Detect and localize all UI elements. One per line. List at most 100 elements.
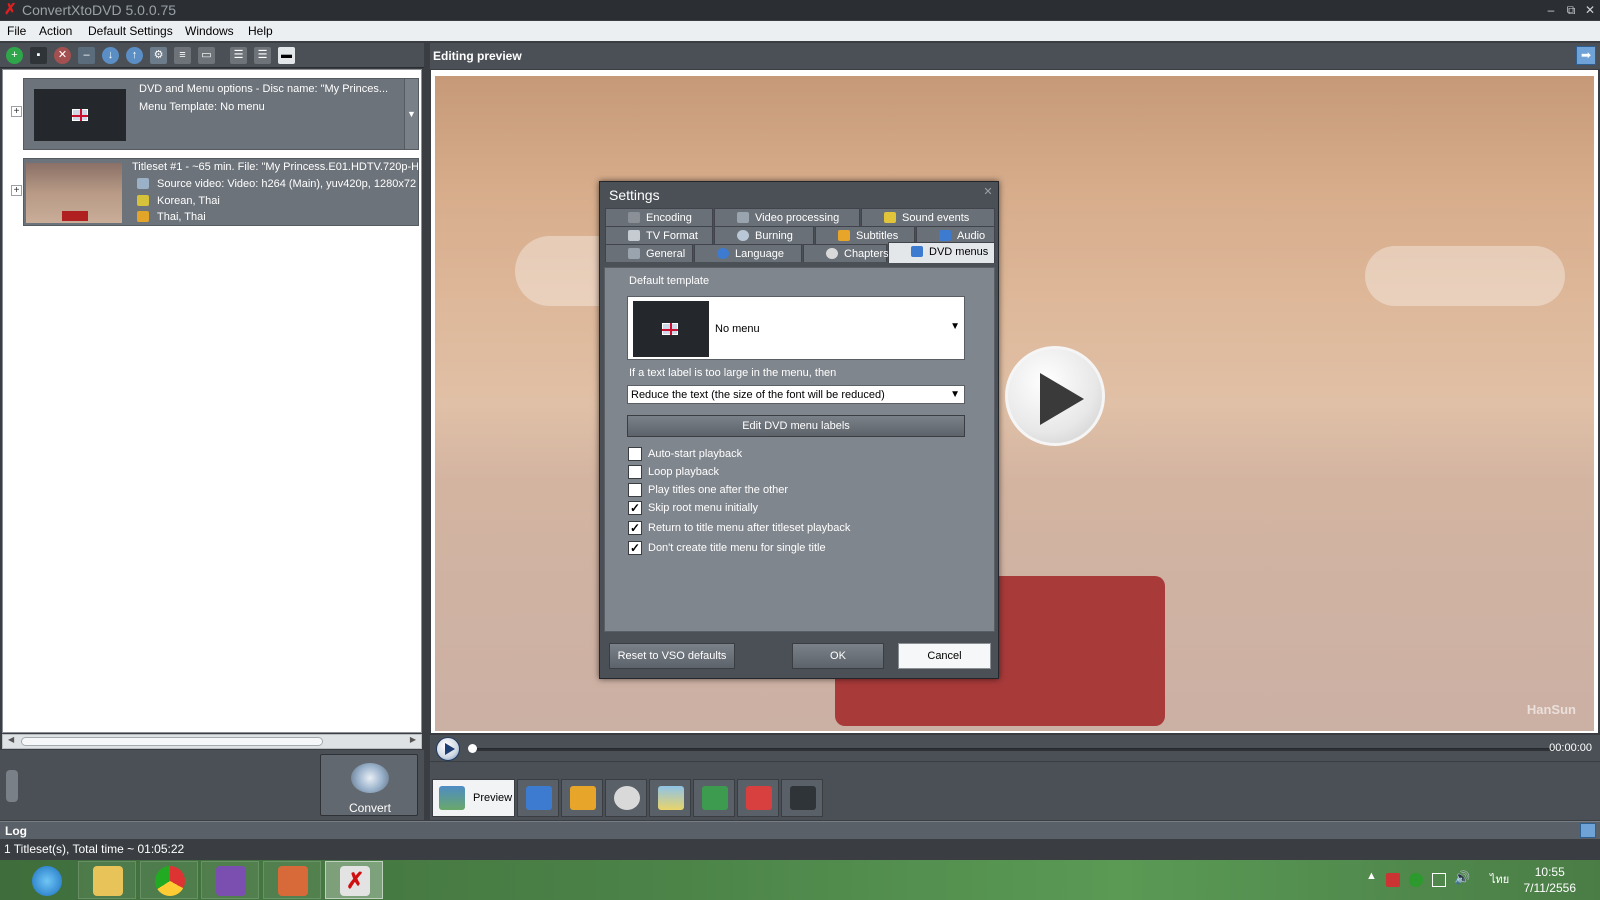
tab-label: Video processing: [755, 212, 840, 224]
expand-dvd-toggle[interactable]: +: [11, 106, 22, 117]
convert-button[interactable]: Convert: [320, 754, 418, 816]
scroll-left-icon[interactable]: ◀: [8, 735, 14, 744]
split-icon[interactable]: ‒: [78, 47, 95, 64]
skip-root-menu-checkbox[interactable]: ✓: [628, 501, 642, 515]
auto-start-label: Auto-start playback: [648, 448, 743, 460]
flag-icon: [662, 323, 678, 335]
menu-default-settings[interactable]: Default Settings: [88, 24, 173, 38]
panel-splitter[interactable]: [424, 43, 430, 820]
taskbar-visual-studio[interactable]: [201, 861, 259, 899]
no-title-menu-checkbox[interactable]: ✓: [628, 541, 642, 555]
play-icon[interactable]: [436, 737, 460, 761]
left-horizontal-scrollbar[interactable]: ◀ ▶: [2, 734, 422, 749]
tab-chapters-settings[interactable]: Chapters: [803, 244, 889, 262]
add-icon[interactable]: +: [6, 47, 23, 64]
ok-button[interactable]: OK: [792, 643, 884, 669]
reset-defaults-button[interactable]: Reset to VSO defaults: [609, 643, 735, 669]
auto-start-checkbox[interactable]: [628, 447, 642, 461]
list-icon[interactable]: ≡: [174, 47, 191, 64]
titleset-audio-info: Korean, Thai: [157, 195, 220, 207]
tab-label: Burning: [755, 230, 793, 242]
tab-preview[interactable]: Preview: [432, 779, 515, 817]
menu-help[interactable]: Help: [248, 24, 273, 38]
taskbar-ie[interactable]: [17, 861, 75, 899]
title-bar: ✗ ConvertXtoDVD 5.0.0.75 – ⧉ ✕: [0, 0, 1600, 20]
menu-windows[interactable]: Windows: [185, 24, 234, 38]
tab-subtitles[interactable]: [561, 779, 603, 817]
edit-dvd-menu-labels-button[interactable]: Edit DVD menu labels: [627, 415, 965, 437]
tab-cut[interactable]: [737, 779, 779, 817]
audio-icon: [137, 195, 149, 206]
gear-icon: [628, 212, 640, 223]
maximize-button[interactable]: ⧉: [1561, 0, 1581, 20]
seek-bar[interactable]: [470, 748, 1555, 751]
scroll-thumb[interactable]: [21, 737, 323, 746]
tab-video-processing[interactable]: Video processing: [714, 208, 860, 226]
cancel-button[interactable]: Cancel: [898, 643, 991, 669]
big-play-icon[interactable]: [1005, 346, 1105, 446]
save-icon[interactable]: ▪: [30, 47, 47, 64]
titleset-item[interactable]: Titleset #1 - ~65 min. File: "My Princes…: [23, 158, 419, 226]
text-label-question: If a text label is too large in the menu…: [629, 367, 837, 379]
chevron-down-icon[interactable]: ▼: [404, 79, 418, 149]
loop-playback-checkbox[interactable]: [628, 465, 642, 479]
menu-action[interactable]: Action: [39, 24, 72, 38]
tv-icon: [628, 230, 640, 241]
window-title: ConvertXtoDVD 5.0.0.75: [22, 2, 177, 18]
no-title-menu-label: Don't create title menu for single title: [648, 542, 826, 554]
tab-language[interactable]: Language: [694, 244, 802, 262]
minimize-button[interactable]: –: [1541, 0, 1561, 20]
expand-titleset-toggle[interactable]: +: [11, 185, 22, 196]
tab-general[interactable]: General: [605, 244, 693, 262]
view-list-icon[interactable]: ☰: [230, 47, 247, 64]
taskbar-explorer[interactable]: [78, 861, 136, 899]
move-down-icon[interactable]: ↓: [102, 47, 119, 64]
text-overflow-select[interactable]: Reduce the text (the size of the font wi…: [627, 385, 965, 404]
tab-dvd-menus[interactable]: DVD menus: [888, 242, 995, 263]
tab-label: DVD menus: [929, 246, 989, 258]
music-note-icon: [939, 230, 951, 241]
tab-sound-events[interactable]: Sound events: [861, 208, 995, 226]
tab-audio[interactable]: [517, 779, 559, 817]
template-selector[interactable]: No menu ▼: [627, 296, 965, 360]
dvd-menu-item[interactable]: DVD and Menu options - Disc name: "My Pr…: [23, 78, 419, 150]
network-icon[interactable]: [1432, 873, 1446, 887]
tab-film[interactable]: [781, 779, 823, 817]
tab-tv-format[interactable]: TV Format: [605, 226, 713, 244]
taskbar-chrome[interactable]: [140, 861, 198, 899]
taskbar-convertxtodvd[interactable]: ✗: [325, 861, 383, 899]
log-toggle-icon[interactable]: [1580, 823, 1596, 838]
volume-icon[interactable]: 🔊: [1454, 870, 1470, 886]
folder-icon: [93, 866, 123, 896]
security-icon[interactable]: [1409, 873, 1423, 887]
scroll-right-icon[interactable]: ▶: [410, 735, 416, 744]
view-compact-icon[interactable]: ▬: [278, 47, 295, 64]
settings-icon[interactable]: ⚙: [150, 47, 167, 64]
loop-playback-label: Loop playback: [648, 466, 719, 478]
taskbar-app[interactable]: [263, 861, 321, 899]
disc-convert-icon: [351, 763, 389, 793]
tab-burning[interactable]: Burning: [714, 226, 814, 244]
resize-icon: [702, 786, 728, 810]
move-up-icon[interactable]: ↑: [126, 47, 143, 64]
tab-chapters[interactable]: [605, 779, 647, 817]
tab-encoding[interactable]: Encoding: [605, 208, 713, 226]
arrow-right-icon[interactable]: ➡: [1576, 46, 1596, 65]
tab-image[interactable]: [649, 779, 691, 817]
dialog-close-icon[interactable]: ✕: [982, 186, 994, 198]
close-button[interactable]: ✕: [1580, 0, 1600, 20]
chrome-icon: [155, 866, 185, 896]
view-details-icon[interactable]: ☰: [254, 47, 271, 64]
monitor-icon[interactable]: ▭: [198, 47, 215, 64]
delete-icon[interactable]: ✕: [54, 47, 71, 64]
play-titles-checkbox[interactable]: [628, 483, 642, 497]
seek-handle[interactable]: [468, 744, 477, 753]
clock[interactable]: 10:55 7/11/2556: [1524, 864, 1577, 896]
show-hidden-icons[interactable]: ▲: [1366, 870, 1377, 882]
menu-file[interactable]: File: [7, 24, 26, 38]
return-to-title-checkbox[interactable]: ✓: [628, 521, 642, 535]
language-indicator[interactable]: ไทย: [1490, 870, 1509, 888]
flag-error-icon[interactable]: [1386, 873, 1400, 887]
project-tree: + DVD and Menu options - Disc name: "My …: [2, 69, 422, 733]
tab-resize[interactable]: [693, 779, 735, 817]
